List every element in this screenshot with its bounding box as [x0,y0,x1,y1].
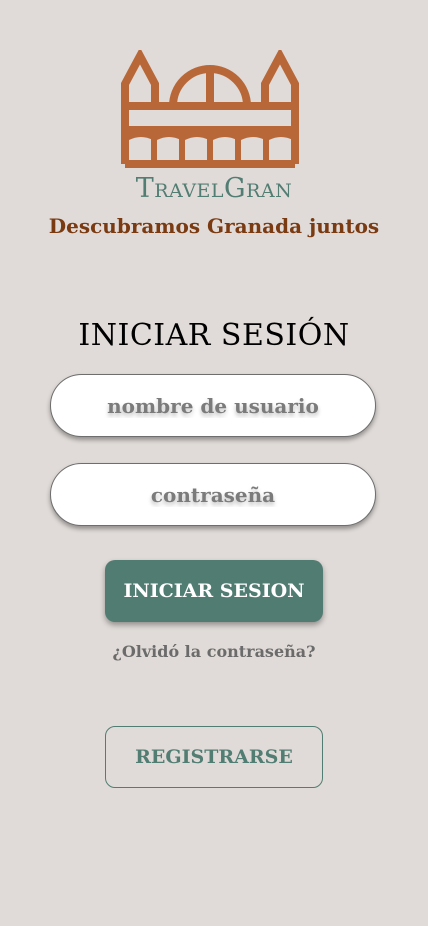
login-screen: TravelGran Descubramos Granada juntos IN… [0,0,428,926]
page-title: INICIAR SESIÓN [78,318,350,354]
forgot-password-link[interactable]: ¿Olvidó la contraseña? [0,640,428,664]
username-field-container [50,374,376,437]
register-button[interactable]: REGISTRARSE [105,726,323,788]
password-field-container [50,463,376,526]
login-button[interactable]: INICIAR SESION [105,560,323,622]
granada-monument-icon [121,50,299,168]
username-input[interactable] [51,375,375,436]
app-tagline: Descubramos Granada juntos [48,214,380,238]
password-input[interactable] [51,464,375,525]
app-name: TravelGran [135,173,293,204]
